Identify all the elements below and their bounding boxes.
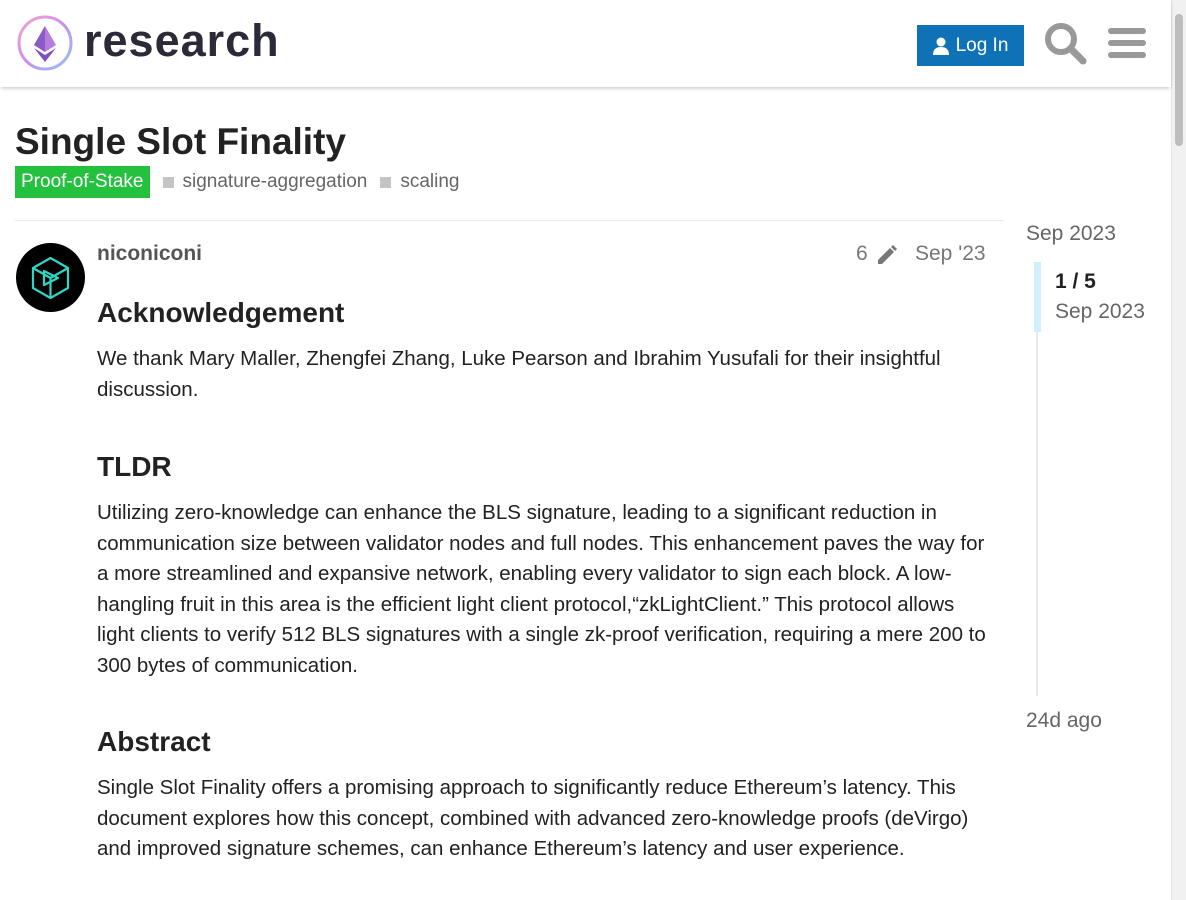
pencil-icon [877,245,897,264]
login-button[interactable]: Log In [917,25,1024,66]
heading-abstract: Abstract [97,726,211,757]
timeline-end-date[interactable]: 24d ago [1026,709,1102,733]
category-badge[interactable]: Proof-of-Stake [15,166,150,198]
edit-history[interactable]: 6 [856,242,898,266]
tldr-text: Utilizing zero-knowledge can enhance the… [97,501,986,677]
post-date[interactable]: Sep '23 [915,242,986,266]
timeline-position-date: Sep 2023 [1055,300,1145,323]
login-label: Log In [955,34,1009,56]
user-icon [932,37,949,55]
site-logo[interactable]: research [16,14,280,72]
post-username[interactable]: niconiconi [97,242,202,266]
timeline-position: 1 / 5 [1055,270,1096,293]
topic-tags: Proof-of-Stake signature-aggregation sca… [15,166,460,198]
avatar[interactable] [16,243,85,312]
acknowledgement-text: We thank Mary Maller, Zhengfei Zhang, Lu… [97,347,941,401]
topic-title[interactable]: Single Slot Finality [15,121,346,163]
tag-label: scaling [400,171,460,192]
logo-icon [17,15,73,71]
tag-label: signature-aggregation [182,171,368,192]
tag-scaling[interactable]: scaling [380,171,460,193]
timeline-start-date[interactable]: Sep 2023 [1026,222,1116,246]
tag-signature-aggregation[interactable]: signature-aggregation [162,171,368,193]
search-icon[interactable] [1042,20,1088,66]
page-scrollbar[interactable] [1171,0,1186,900]
heading-acknowledgement: Acknowledgement [97,297,345,328]
abstract-text: Single Slot Finality offers a promising … [97,776,969,860]
avatar-cube-icon [31,256,70,300]
tag-square-icon [162,176,174,188]
edit-count: 6 [856,242,868,265]
site-name: research [84,14,280,66]
timeline-handle[interactable] [1034,262,1041,332]
tag-square-icon [380,176,392,188]
scrollbar-thumb[interactable] [1175,14,1183,146]
heading-tldr: TLDR [97,451,172,482]
site-header: research Log In [0,0,1171,87]
hamburger-menu-icon[interactable] [1104,20,1150,66]
topic-divider [15,220,1004,221]
